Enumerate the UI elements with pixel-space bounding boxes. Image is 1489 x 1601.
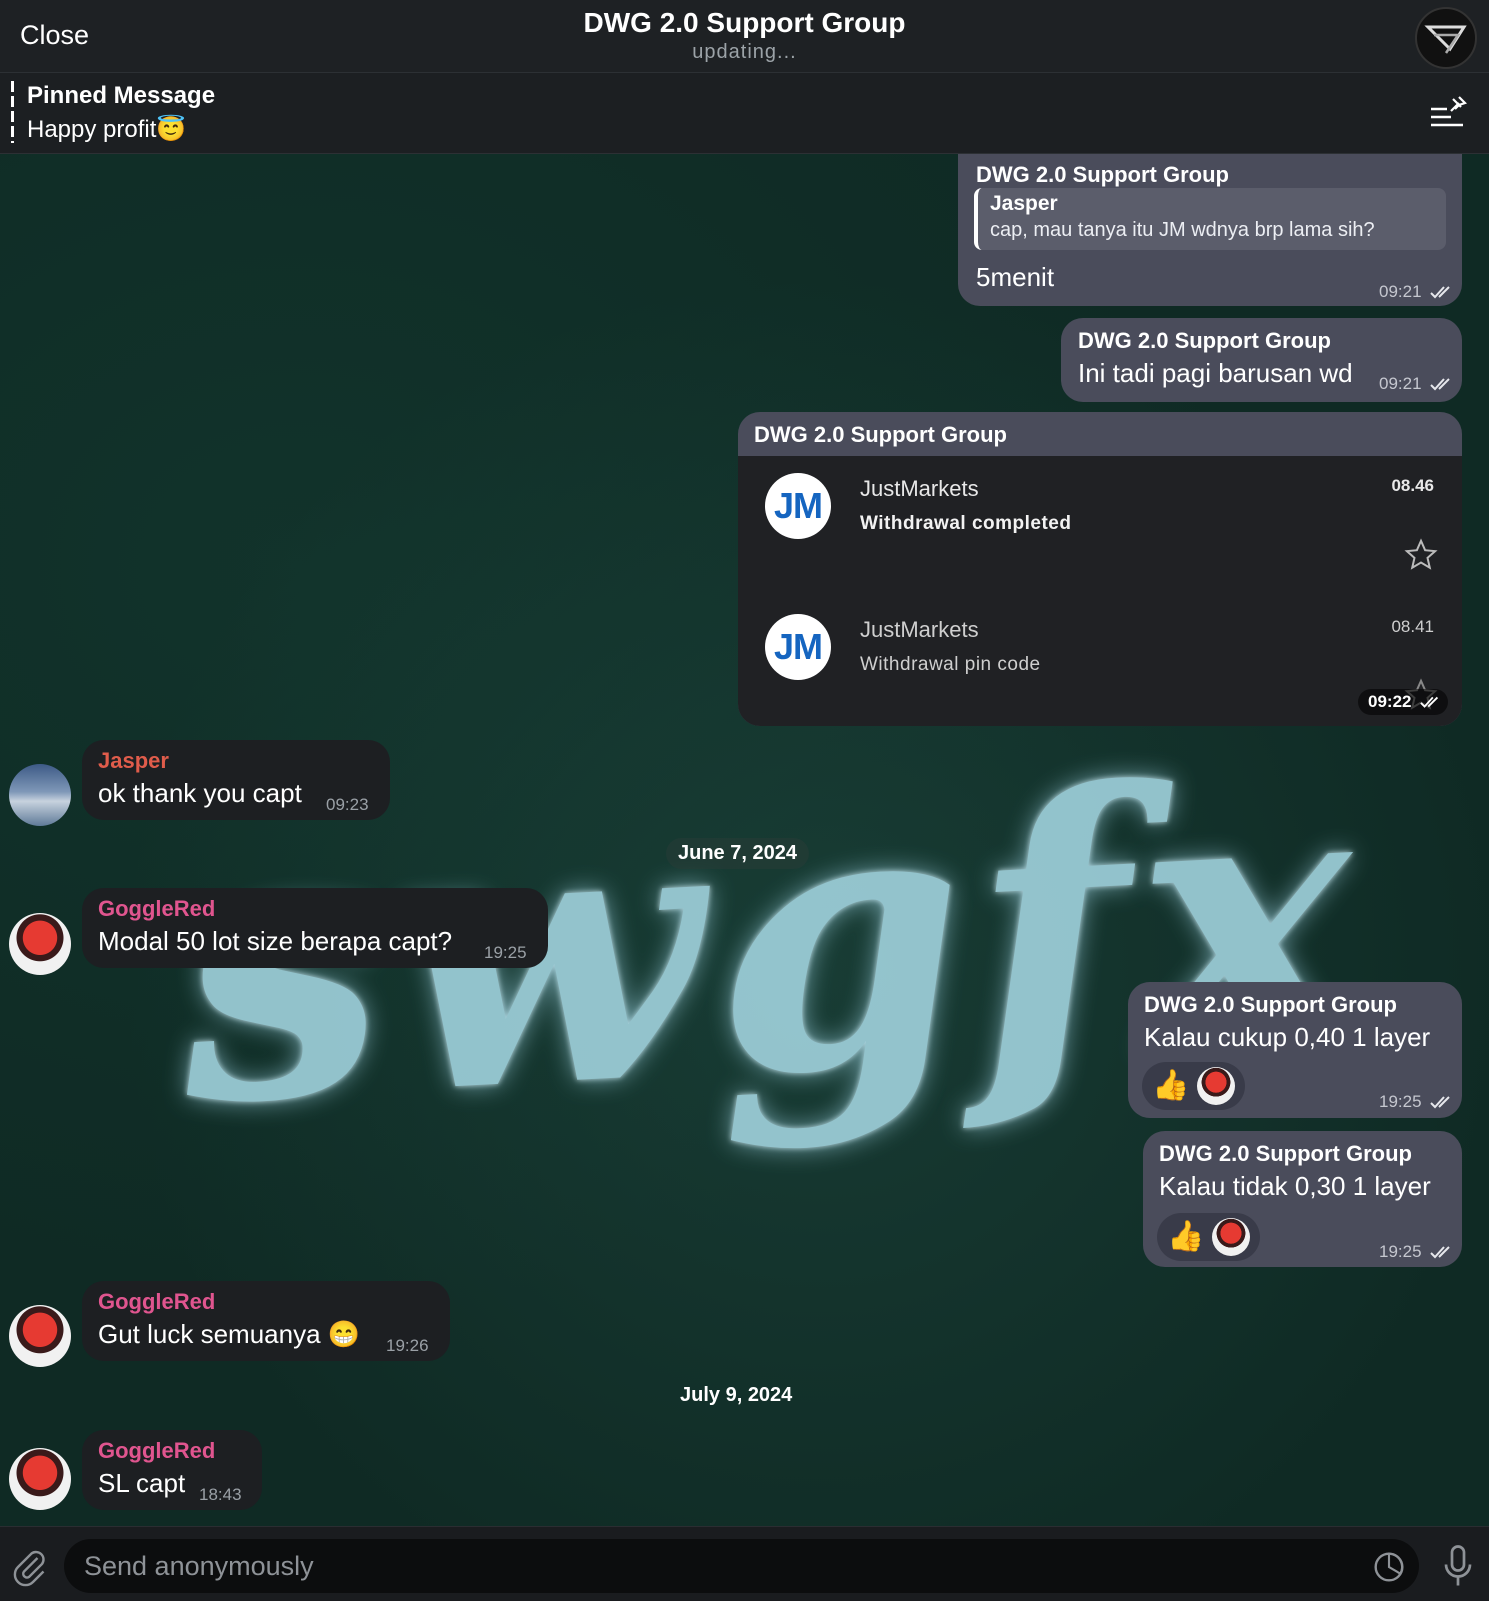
message-sender[interactable]: GoggleRed	[98, 1438, 215, 1464]
group-avatar[interactable]	[1415, 7, 1477, 69]
message-input[interactable]: Send anonymously	[64, 1539, 1419, 1593]
message-sender[interactable]: GoggleRed	[98, 1289, 215, 1315]
read-check-icon	[1430, 1096, 1450, 1109]
message-text: Kalau tidak 0,30 1 layer	[1159, 1171, 1431, 1201]
read-check-icon	[1430, 286, 1450, 299]
message-bubble[interactable]: GoggleRed SL capt 18:43	[82, 1430, 262, 1510]
message-sender: DWG 2.0 Support Group	[976, 162, 1229, 187]
pinned-message-bar[interactable]: Pinned Message Happy profit😇	[0, 73, 1489, 154]
message-time: 19:25	[1379, 1092, 1422, 1111]
message-sender: DWG 2.0 Support Group	[1078, 328, 1331, 353]
message-time: 09:21	[1379, 282, 1422, 301]
notification-time: 08.41	[1391, 617, 1434, 636]
pinned-list-icon[interactable]	[1429, 95, 1467, 131]
message-bubble[interactable]: GoggleRed Modal 50 lot size berapa capt?…	[82, 888, 548, 968]
message-sender: DWG 2.0 Support Group	[1159, 1141, 1412, 1166]
justmarkets-logo: JM	[765, 473, 831, 539]
message-time-pill: 09:22	[1358, 689, 1448, 715]
message-text: Gut luck semuanya 😁	[98, 1319, 361, 1349]
screenshot-image[interactable]: JM JustMarkets 08.46 Withdrawal complete…	[738, 456, 1462, 726]
notification-text: Withdrawal pin code	[860, 654, 1041, 675]
message-time: 09:22	[1368, 692, 1412, 711]
date-separator: July 9, 2024	[680, 1384, 793, 1406]
read-check-icon	[1430, 378, 1450, 391]
reply-quote[interactable]: Jasper cap, mau tanya itu JM wdnya brp l…	[974, 188, 1446, 250]
message-time: 09:23	[326, 795, 369, 814]
justmarkets-logo: JM	[765, 614, 831, 680]
message-bubble[interactable]: DWG 2.0 Support Group Kalau cukup 0,40 1…	[1128, 982, 1462, 1118]
notification-time: 08.46	[1391, 476, 1434, 495]
message-input-placeholder: Send anonymously	[84, 1551, 314, 1581]
reply-text: cap, mau tanya itu JM wdnya brp lama sih…	[990, 219, 1375, 241]
pinned-title: Pinned Message	[27, 82, 216, 109]
message-sender[interactable]: Jasper	[98, 748, 169, 774]
message-text: Ini tadi pagi barusan wd	[1078, 358, 1353, 388]
avatar-gogglered[interactable]	[9, 1305, 71, 1367]
microphone-icon[interactable]	[1443, 1545, 1473, 1587]
message-text: 5menit	[976, 262, 1055, 292]
message-bubble[interactable]: DWG 2.0 Support Group Kalau tidak 0,30 1…	[1143, 1131, 1462, 1267]
message-bubble[interactable]: GoggleRed Gut luck semuanya 😁 19:26	[82, 1281, 450, 1361]
message-sender: DWG 2.0 Support Group	[1144, 992, 1397, 1017]
message-text: SL capt	[98, 1468, 186, 1498]
message-sender[interactable]: GoggleRed	[98, 896, 215, 922]
schedule-timer-icon[interactable]	[1373, 1551, 1405, 1583]
message-time: 18:43	[199, 1485, 242, 1504]
reaction-emoji: 👍	[1152, 1069, 1190, 1102]
chat-header: Close DWG 2.0 Support Group updating...	[0, 0, 1489, 73]
read-check-icon	[1420, 696, 1439, 708]
reactor-avatar	[1212, 1218, 1251, 1256]
pinned-indicator	[11, 81, 14, 143]
chat-status: updating...	[692, 41, 797, 63]
pinned-text: Happy profit😇	[27, 116, 187, 143]
avatar-gogglered[interactable]	[9, 1448, 71, 1510]
reaction-emoji: 👍	[1167, 1220, 1205, 1253]
message-time: 19:26	[386, 1336, 429, 1355]
reactor-avatar	[1197, 1067, 1236, 1105]
read-check-icon	[1430, 1246, 1450, 1259]
chat-title[interactable]: DWG 2.0 Support Group	[0, 7, 1489, 39]
message-bubble[interactable]: DWG 2.0 Support Group Jasper cap, mau ta…	[958, 154, 1462, 306]
group-logo-icon	[1424, 25, 1467, 54]
composer-bar: Send anonymously	[0, 1526, 1489, 1601]
date-separator: June 7, 2024	[666, 838, 809, 869]
reply-sender: Jasper	[990, 192, 1058, 215]
message-time: 19:25	[484, 943, 527, 962]
message-time: 19:25	[1379, 1242, 1422, 1261]
reaction-chip[interactable]: 👍	[1142, 1062, 1246, 1110]
message-text: ok thank you capt	[98, 778, 302, 808]
message-text: Modal 50 lot size berapa capt?	[98, 926, 453, 956]
avatar-jasper[interactable]	[9, 764, 71, 826]
reaction-chip[interactable]: 👍	[1157, 1213, 1261, 1261]
message-text: Kalau cukup 0,40 1 layer	[1144, 1022, 1431, 1052]
message-bubble[interactable]: DWG 2.0 Support Group Ini tadi pagi baru…	[1061, 318, 1462, 402]
star-icon	[1404, 538, 1438, 570]
message-time: 09:21	[1379, 374, 1422, 393]
notification-text: Withdrawal completed	[860, 513, 1072, 534]
attach-icon[interactable]	[12, 1547, 48, 1587]
notification-app: JustMarkets	[860, 617, 979, 642]
message-sender: DWG 2.0 Support Group	[754, 422, 1007, 447]
avatar-gogglered[interactable]	[9, 913, 71, 975]
notification-app: JustMarkets	[860, 476, 979, 501]
message-bubble[interactable]: Jasper ok thank you capt 09:23	[82, 740, 390, 820]
